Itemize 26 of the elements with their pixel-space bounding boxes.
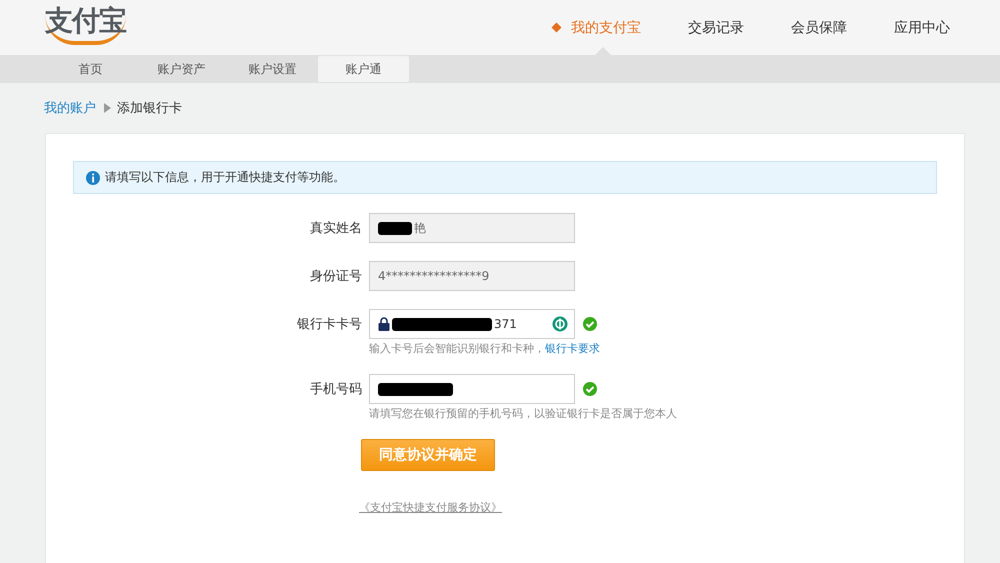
requirements-link[interactable]: 银行卡要求 xyxy=(545,342,600,355)
input-field[interactable] xyxy=(369,374,575,404)
field-label: 真实姓名 xyxy=(309,220,362,237)
logo[interactable]: 支付宝 xyxy=(45,2,126,44)
input-field[interactable]: 371 xyxy=(369,309,575,339)
notice-text: 请填写以下信息，用于开通快捷支付等功能。 xyxy=(105,169,345,186)
info-icon xyxy=(86,170,100,184)
field-hint: 输入卡号后会智能识别银行和卡种，银行卡要求 xyxy=(369,341,600,356)
field-value: 4****************9 xyxy=(378,269,490,283)
field-label: 银行卡卡号 xyxy=(296,316,362,333)
agreement-link[interactable]: 《支付宝快捷支付服务协议》 xyxy=(359,500,502,515)
sub-nav-tab[interactable]: 首页 xyxy=(45,56,136,82)
sub-nav-tab[interactable]: 账户资产 xyxy=(136,56,227,82)
field-value: 艳 xyxy=(414,220,426,236)
field-hint: 请填写您在银行预留的手机号码，以验证银行卡是否属于您本人 xyxy=(369,406,677,421)
triangle-icon xyxy=(104,103,111,113)
field-value: 371 xyxy=(494,317,517,331)
sub-nav-tab[interactable]: 账户通 xyxy=(318,56,409,82)
breadcrumb-link[interactable]: 我的账户 xyxy=(44,99,96,117)
nav-tab[interactable]: 交易记录 xyxy=(668,0,759,55)
sub-nav-tab[interactable]: 账户设置 xyxy=(227,56,318,82)
field-label: 身份证号 xyxy=(309,268,362,285)
nav-tab[interactable]: 应用中心 xyxy=(874,0,965,55)
field-label: 手机号码 xyxy=(309,381,362,398)
breadcrumb-current: 添加银行卡 xyxy=(117,100,182,117)
nav-tab[interactable]: 会员保障 xyxy=(771,0,862,55)
